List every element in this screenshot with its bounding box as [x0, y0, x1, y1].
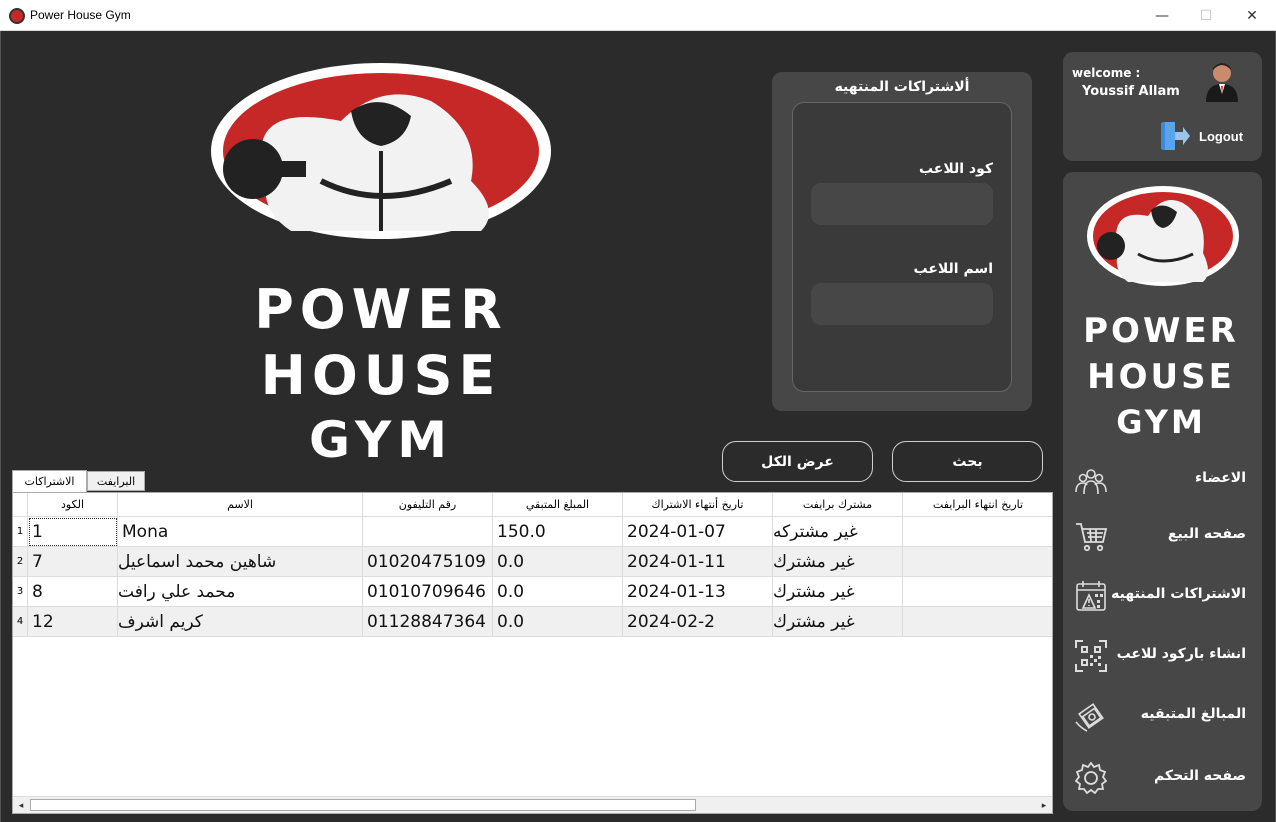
table-cell-name[interactable]: محمد علي رافت: [118, 577, 363, 607]
side-logo-line-gym: GYM: [1116, 403, 1206, 441]
table-cell-private-end[interactable]: [903, 577, 1052, 607]
gym-logo: POWER HOUSE GYM: [181, 61, 581, 465]
search-button[interactable]: بحث: [892, 441, 1043, 482]
table-cell-private[interactable]: غير مشترك: [773, 607, 903, 637]
logout-button[interactable]: Logout: [1159, 120, 1254, 152]
table-cell-private[interactable]: غير مشتركه: [773, 517, 903, 547]
col-header-remaining[interactable]: المبلغ المتبقي: [493, 493, 623, 517]
player-name-label: اسم اللاعب: [913, 261, 994, 277]
panel-title: ألاشتراكات المنتهيه: [834, 79, 970, 95]
table-corner: [13, 493, 28, 517]
table-cell-private[interactable]: غير مشترك: [773, 577, 903, 607]
table-cell-code[interactable]: 12: [28, 607, 118, 637]
table-cell-private-end[interactable]: [903, 547, 1052, 577]
cart-icon: [1076, 523, 1108, 552]
row-number[interactable]: 4: [13, 607, 28, 637]
nav-item-expired-subscriptions[interactable]: الاشتراكات المنتهيه: [1063, 572, 1262, 620]
nav-item-members[interactable]: الاعضاء: [1063, 456, 1262, 504]
bodybuilder-emblem-icon: [1087, 186, 1239, 286]
horizontal-scrollbar[interactable]: ◂ ▸: [13, 796, 1052, 813]
gear-icon: [1074, 761, 1108, 795]
window-title: Power House Gym: [30, 8, 131, 22]
show-all-button[interactable]: عرض الكل: [722, 441, 873, 482]
table-cell-name[interactable]: Mona: [118, 517, 363, 547]
table-cell-phone[interactable]: 01020475109: [363, 547, 493, 577]
panel-inner: كود اللاعب اسم اللاعب: [792, 102, 1012, 392]
nav-item-control-panel[interactable]: صفحه التحكم: [1063, 754, 1262, 802]
col-header-end-date[interactable]: تاريخ أنتهاء الاشتراك: [623, 493, 773, 517]
scroll-left-button[interactable]: ◂: [14, 800, 28, 812]
side-navigation: POWER HOUSE GYM الاعضاء صفحه البيع الاشت…: [1063, 172, 1262, 811]
table-cell-phone[interactable]: [363, 517, 493, 547]
expired-subscriptions-panel: ألاشتراكات المنتهيه كود اللاعب اسم اللاع…: [772, 72, 1032, 411]
logo-line-power: POWER: [254, 278, 508, 341]
tab-private[interactable]: البرايفت: [87, 471, 145, 491]
col-header-phone[interactable]: رقم التليفون: [363, 493, 493, 517]
table-cell-end-date[interactable]: 2024-01-07: [623, 517, 773, 547]
player-code-label: كود اللاعب: [918, 161, 993, 177]
table-cell-end-date[interactable]: 2024-01-11: [623, 547, 773, 577]
logo-line-gym: GYM: [309, 411, 453, 469]
table-cell-private-end[interactable]: [903, 607, 1052, 637]
col-header-private-end[interactable]: تاريخ انتهاء البرايفت: [903, 493, 1052, 517]
nav-label: الاشتراكات المنتهيه: [1111, 586, 1246, 602]
nav-label: صفحه التحكم: [1153, 768, 1246, 784]
bodybuilder-emblem-icon: [211, 63, 551, 239]
tab-subscriptions[interactable]: الاشتراكات: [12, 470, 87, 492]
nav-item-create-barcode[interactable]: انشاء باركود للاعب: [1063, 632, 1262, 680]
members-icon: [1075, 469, 1107, 495]
user-name: Youssif Allam: [1082, 84, 1180, 99]
maximize-button[interactable]: ☐: [1183, 0, 1229, 31]
scrollbar-thumb[interactable]: [30, 799, 696, 811]
table-cell-phone[interactable]: 01128847364: [363, 607, 493, 637]
user-panel: welcome : Youssif Allam Logout: [1063, 52, 1262, 161]
table-cell-code[interactable]: 1: [28, 517, 118, 547]
table-cell-name[interactable]: شاهين محمد اسماعيل: [118, 547, 363, 577]
table-cell-end-date[interactable]: 2024-01-13: [623, 577, 773, 607]
logout-icon: [1161, 122, 1190, 150]
side-logo-line-power: POWER: [1083, 311, 1239, 351]
avatar-icon: [1206, 63, 1238, 102]
row-number[interactable]: 3: [13, 577, 28, 607]
qr-code-icon: [1075, 640, 1107, 672]
table-cell-code[interactable]: 8: [28, 577, 118, 607]
money-icon: [1075, 703, 1104, 732]
app-logo-icon: [9, 8, 25, 24]
calendar-warning-icon: [1076, 581, 1106, 611]
table-cell-remaining[interactable]: 150.0: [493, 517, 623, 547]
table-cell-end-date[interactable]: 2024-02-2: [623, 607, 773, 637]
nav-label: المبالغ المتبقيه: [1140, 706, 1246, 722]
col-header-code[interactable]: الكود: [28, 493, 118, 517]
nav-label: صفحه البيع: [1167, 526, 1246, 542]
close-button[interactable]: ✕: [1229, 0, 1275, 31]
row-number[interactable]: 1: [13, 517, 28, 547]
members-table: الكود الاسم رقم التليفون المبلغ المتبقي …: [12, 492, 1053, 814]
col-header-private[interactable]: مشترك برايفت: [773, 493, 903, 517]
table-cell-private-end[interactable]: [903, 517, 1052, 547]
side-gym-logo: POWER HOUSE GYM: [1083, 178, 1243, 448]
player-name-input[interactable]: [811, 283, 993, 325]
col-header-name[interactable]: الاسم: [118, 493, 363, 517]
welcome-label: welcome :: [1072, 66, 1141, 80]
window-titlebar: Power House Gym — ☐ ✕: [0, 0, 1276, 31]
app-body: POWER HOUSE GYM ألاشتراكات المنتهيه كود …: [0, 31, 1276, 822]
nav-label: الاعضاء: [1195, 470, 1246, 486]
table-cell-private[interactable]: غير مشترك: [773, 547, 903, 577]
table-cell-name[interactable]: كريم اشرف: [118, 607, 363, 637]
nav-item-sales[interactable]: صفحه البيع: [1063, 512, 1262, 560]
row-number[interactable]: 2: [13, 547, 28, 577]
side-logo-line-house: HOUSE: [1087, 357, 1235, 397]
scroll-right-button[interactable]: ▸: [1037, 800, 1051, 812]
logo-line-house: HOUSE: [260, 344, 502, 407]
nav-item-remaining-amounts[interactable]: المبالغ المتبقيه: [1063, 692, 1262, 740]
table-cell-phone[interactable]: 01010709646: [363, 577, 493, 607]
table-cell-remaining[interactable]: 0.0: [493, 577, 623, 607]
table-cell-code[interactable]: 7: [28, 547, 118, 577]
minimize-button[interactable]: —: [1139, 0, 1185, 31]
player-code-input[interactable]: [811, 183, 993, 225]
table-cell-remaining[interactable]: 0.0: [493, 607, 623, 637]
logout-label: Logout: [1199, 128, 1244, 144]
nav-label: انشاء باركود للاعب: [1116, 646, 1246, 662]
table-cell-remaining[interactable]: 0.0: [493, 547, 623, 577]
